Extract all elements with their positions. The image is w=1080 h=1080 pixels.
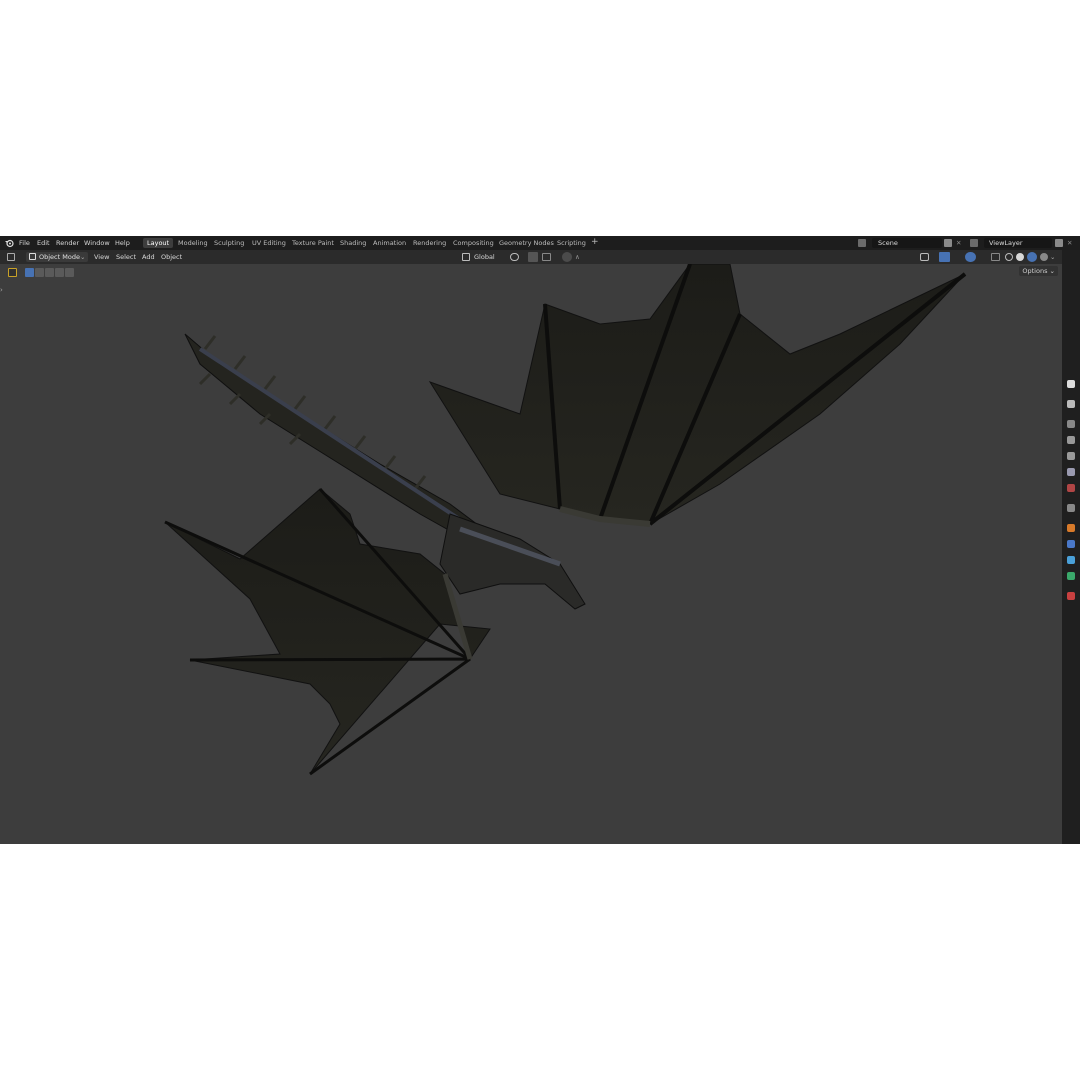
new-view-layer-icon[interactable] bbox=[1055, 239, 1063, 247]
orientation-dropdown[interactable]: Global bbox=[474, 253, 495, 261]
gizmo-icon[interactable] bbox=[939, 252, 950, 262]
xray-icon[interactable] bbox=[991, 253, 1000, 261]
proportional-edit-icon[interactable] bbox=[562, 252, 572, 262]
properties-tab-strip bbox=[1062, 250, 1080, 844]
tab-sculpting[interactable]: Sculpting bbox=[210, 238, 248, 248]
dragon-model[interactable] bbox=[0, 264, 1062, 844]
menu-add[interactable]: Add bbox=[142, 253, 155, 261]
scene-properties-icon[interactable] bbox=[1067, 468, 1075, 476]
new-scene-icon[interactable] bbox=[944, 239, 952, 247]
mode-label: Object Mode bbox=[39, 253, 80, 261]
menu-window[interactable]: Window bbox=[84, 239, 110, 247]
view-layer-field[interactable]: ViewLayer bbox=[984, 238, 1052, 248]
shading-wireframe-icon[interactable] bbox=[1005, 253, 1013, 261]
overlay-icon[interactable] bbox=[965, 252, 976, 262]
shading-rendered-icon[interactable] bbox=[1040, 253, 1048, 261]
object-mode-dropdown[interactable]: Object Mode ⌄ bbox=[26, 252, 88, 262]
tab-modeling[interactable]: Modeling bbox=[174, 238, 212, 248]
collection-properties-icon[interactable] bbox=[1067, 504, 1075, 512]
add-workspace-button[interactable]: + bbox=[591, 237, 599, 247]
tab-geometry-nodes[interactable]: Geometry Nodes bbox=[495, 238, 558, 248]
tab-scripting[interactable]: Scripting bbox=[553, 238, 590, 248]
snap-target-icon[interactable] bbox=[542, 253, 551, 261]
scene-icon[interactable] bbox=[858, 239, 866, 247]
tab-rendering[interactable]: Rendering bbox=[409, 238, 450, 248]
texture-properties-icon[interactable] bbox=[1067, 592, 1075, 600]
tab-uv-editing[interactable]: UV Editing bbox=[248, 238, 290, 248]
menu-file[interactable]: File bbox=[19, 239, 30, 247]
shading-material-icon[interactable] bbox=[1027, 252, 1037, 262]
shading-options-icon[interactable]: ⌄ bbox=[1050, 253, 1055, 261]
transform-orientation-icon[interactable] bbox=[462, 253, 470, 261]
view-layer-properties-icon[interactable] bbox=[1067, 452, 1075, 460]
viewport-header: Object Mode ⌄ View Select Add Object Glo… bbox=[0, 250, 1062, 264]
tab-compositing[interactable]: Compositing bbox=[449, 238, 498, 248]
active-tool-icon[interactable] bbox=[1067, 400, 1075, 408]
menu-render[interactable]: Render bbox=[56, 239, 79, 247]
menu-view[interactable]: View bbox=[94, 253, 109, 261]
menu-select[interactable]: Select bbox=[116, 253, 136, 261]
menu-edit[interactable]: Edit bbox=[37, 239, 50, 247]
delete-scene-icon[interactable]: ✕ bbox=[956, 239, 961, 247]
falloff-icon[interactable]: ∧ bbox=[575, 253, 580, 261]
world-properties-icon[interactable] bbox=[1067, 484, 1075, 492]
scene-name: Scene bbox=[878, 239, 898, 247]
editor-type-icon[interactable] bbox=[7, 253, 15, 261]
blender-window: File Edit Render Window Help Layout Mode… bbox=[0, 236, 1080, 844]
scene-field[interactable]: Scene bbox=[872, 238, 942, 248]
object-mode-icon bbox=[29, 253, 36, 260]
view-layer-name: ViewLayer bbox=[989, 239, 1023, 247]
tab-texture-paint[interactable]: Texture Paint bbox=[288, 238, 338, 248]
visibility-icon[interactable] bbox=[920, 253, 929, 261]
snap-icon[interactable] bbox=[528, 252, 538, 262]
tab-shading[interactable]: Shading bbox=[336, 238, 370, 248]
object-data-properties-icon[interactable] bbox=[1067, 572, 1075, 580]
menu-object[interactable]: Object bbox=[161, 253, 182, 261]
physics-properties-icon[interactable] bbox=[1067, 556, 1075, 564]
blender-logo-icon[interactable] bbox=[4, 238, 14, 248]
shading-solid-icon[interactable] bbox=[1016, 253, 1024, 261]
view-layer-icon[interactable] bbox=[970, 239, 978, 247]
render-properties-icon[interactable] bbox=[1067, 420, 1075, 428]
tab-layout[interactable]: Layout bbox=[143, 238, 174, 248]
tab-animation[interactable]: Animation bbox=[369, 238, 410, 248]
delete-view-layer-icon[interactable]: ✕ bbox=[1067, 239, 1072, 247]
output-properties-icon[interactable] bbox=[1067, 436, 1075, 444]
modifier-properties-icon[interactable] bbox=[1067, 540, 1075, 548]
menu-help[interactable]: Help bbox=[115, 239, 130, 247]
object-properties-icon[interactable] bbox=[1067, 524, 1075, 532]
3d-viewport[interactable]: Options ⌄ › bbox=[0, 264, 1062, 844]
chevron-down-icon: ⌄ bbox=[80, 253, 86, 261]
pivot-point-icon[interactable] bbox=[510, 253, 519, 261]
tool-properties-icon[interactable] bbox=[1067, 380, 1075, 388]
top-menu-bar: File Edit Render Window Help Layout Mode… bbox=[0, 236, 1080, 250]
